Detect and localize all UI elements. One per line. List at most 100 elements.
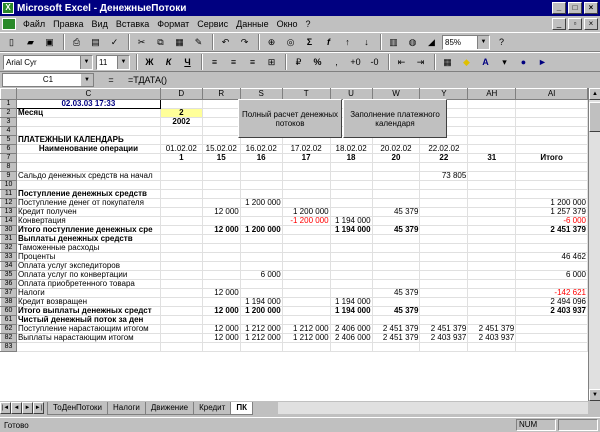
value-cell[interactable] [515, 189, 588, 199]
value-cell[interactable] [372, 243, 421, 253]
value-cell[interactable] [330, 162, 373, 172]
day-header[interactable]: 31 [467, 153, 517, 163]
outdent-icon[interactable]: ⇤ [393, 54, 410, 70]
value-cell[interactable]: 45 379 [372, 207, 421, 217]
value-cell[interactable] [372, 279, 421, 289]
first-sheet-icon[interactable]: |◄ [0, 402, 11, 414]
edit-formula-button[interactable]: = [94, 75, 128, 85]
menu-window[interactable]: Окно [273, 19, 302, 29]
value-cell[interactable] [372, 342, 421, 352]
maximize-button[interactable]: □ [568, 2, 582, 14]
operation-label[interactable]: Итого поступление денежных сре [16, 225, 161, 235]
value-cell[interactable] [372, 171, 421, 181]
value-cell[interactable] [467, 189, 517, 199]
value-cell[interactable] [419, 234, 469, 244]
align-left-icon[interactable]: ≡ [206, 54, 223, 70]
value-cell[interactable] [419, 270, 469, 280]
value-cell[interactable] [160, 234, 203, 244]
cut-icon[interactable]: ✂ [133, 34, 150, 50]
new-icon[interactable]: ▯ [3, 34, 20, 50]
value-cell[interactable] [372, 252, 421, 262]
row-header[interactable]: 35 [0, 270, 17, 280]
value-cell[interactable] [282, 252, 331, 262]
value-cell[interactable] [160, 162, 203, 172]
value-cell[interactable]: 12 000 [202, 306, 241, 316]
value-cell[interactable] [160, 216, 203, 226]
operation-label[interactable]: Поступление денежных средств [16, 189, 161, 199]
calendar-title[interactable]: ПЛАТЕЖНЫЙ КАЛЕНДАРЬ [16, 135, 161, 145]
value-cell[interactable] [160, 297, 203, 307]
value-cell[interactable] [282, 279, 331, 289]
sort-asc-icon[interactable]: ↑ [339, 34, 356, 50]
value-cell[interactable] [282, 261, 331, 271]
scroll-up-icon[interactable]: ▲ [589, 88, 600, 100]
month-label[interactable]: Месяц [16, 108, 161, 118]
value-cell[interactable] [240, 315, 283, 325]
value-cell[interactable] [419, 261, 469, 271]
borders-icon[interactable]: ▦ [439, 54, 456, 70]
row-header[interactable]: 32 [0, 243, 17, 253]
row-header[interactable]: 3 [0, 117, 17, 127]
value-cell[interactable] [330, 315, 373, 325]
value-cell[interactable] [160, 270, 203, 280]
print-icon[interactable]: ⎙ [68, 34, 85, 50]
value-cell[interactable] [160, 288, 203, 298]
value-cell[interactable] [202, 162, 241, 172]
value-cell[interactable] [330, 261, 373, 271]
value-cell[interactable] [282, 171, 331, 181]
value-cell[interactable] [419, 315, 469, 325]
underline-button[interactable]: Ч [179, 54, 196, 70]
value-cell[interactable] [202, 189, 241, 199]
comma-icon[interactable]: , [328, 54, 345, 70]
value-cell[interactable] [467, 261, 517, 271]
value-cell[interactable] [282, 297, 331, 307]
column-header[interactable]: T [281, 88, 331, 100]
value-cell[interactable]: 1 194 000 [240, 297, 283, 307]
value-cell[interactable] [419, 342, 469, 352]
value-cell[interactable] [202, 279, 241, 289]
doc-minimize-button[interactable]: _ [552, 18, 566, 30]
value-cell[interactable] [282, 234, 331, 244]
value-cell[interactable] [467, 270, 517, 280]
value-cell[interactable] [202, 198, 241, 208]
value-cell[interactable] [419, 252, 469, 262]
cell[interactable] [467, 99, 517, 109]
cell[interactable] [467, 108, 517, 118]
date-header[interactable] [467, 144, 517, 154]
chart-wizard-icon[interactable]: ▥ [385, 34, 402, 50]
datetime-cell[interactable]: 02.03.03 17:33 [15, 99, 161, 109]
cell[interactable] [467, 135, 517, 145]
value-cell[interactable]: 1 194 000 [330, 297, 373, 307]
value-cell[interactable]: 12 000 [202, 288, 241, 298]
value-cell[interactable] [330, 171, 373, 181]
month-input[interactable]: 2 [160, 108, 203, 118]
value-cell[interactable] [419, 288, 469, 298]
operation-label[interactable]: Кредит получен [16, 207, 161, 217]
row-header[interactable]: 38 [0, 297, 17, 307]
value-cell[interactable] [282, 288, 331, 298]
value-cell[interactable]: 1 194 000 [330, 225, 373, 235]
value-cell[interactable]: 2 451 379 [372, 333, 421, 343]
full-calc-button[interactable]: Полный расчет денежных потоков [238, 99, 342, 138]
value-cell[interactable]: 1 200 000 [515, 198, 588, 208]
row-header[interactable]: 82 [0, 333, 17, 343]
value-cell[interactable] [240, 261, 283, 271]
percent-icon[interactable]: % [309, 54, 326, 70]
hyperlink-icon[interactable]: ⊕ [263, 34, 280, 50]
value-cell[interactable] [202, 315, 241, 325]
column-header[interactable]: AH [467, 88, 517, 100]
value-cell[interactable]: -1 200 000 [282, 216, 331, 226]
operation-label[interactable]: Сальдо денежных средств на начал [16, 171, 161, 181]
value-cell[interactable] [330, 252, 373, 262]
value-cell[interactable] [240, 207, 283, 217]
sort-desc-icon[interactable]: ↓ [358, 34, 375, 50]
cell[interactable] [16, 117, 161, 127]
column-header[interactable]: D [159, 88, 203, 100]
cell[interactable] [515, 135, 588, 145]
value-cell[interactable] [330, 207, 373, 217]
dec-decimal-icon[interactable]: -0 [366, 54, 383, 70]
value-cell[interactable] [282, 225, 331, 235]
value-cell[interactable]: 73 805 [419, 171, 469, 181]
tab-sheet[interactable]: ТоДенПотоки [47, 401, 109, 415]
cell[interactable] [515, 117, 588, 127]
